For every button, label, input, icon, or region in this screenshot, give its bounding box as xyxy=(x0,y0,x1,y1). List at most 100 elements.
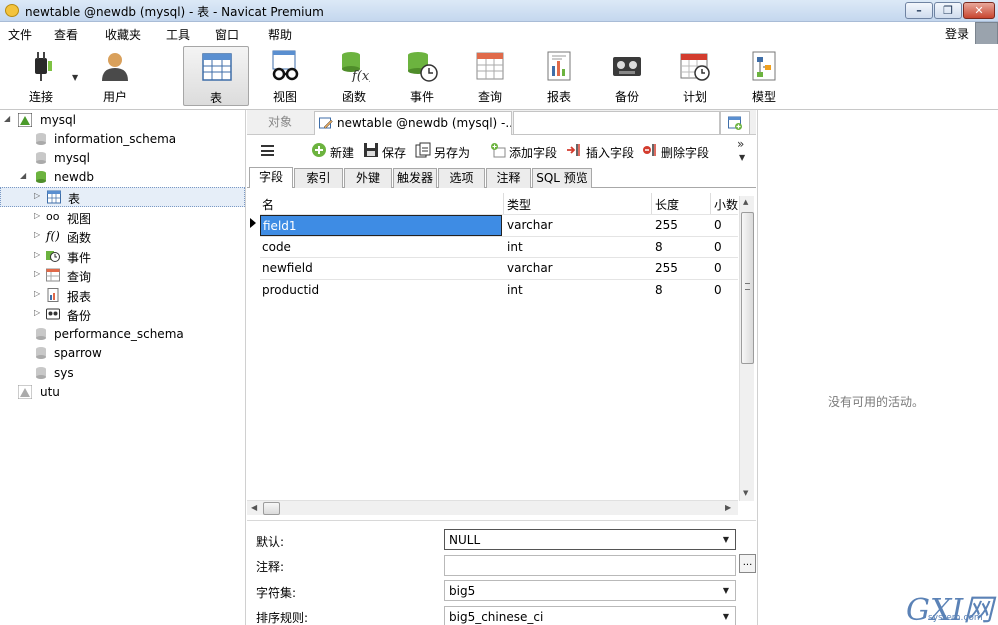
scroll-right-icon[interactable]: ▶ xyxy=(725,503,731,512)
field-name-cell[interactable]: productid xyxy=(262,283,319,297)
collapse-arrow-icon[interactable]: ◢ xyxy=(20,171,26,180)
tree-db-sparrow[interactable]: sparrow xyxy=(0,343,245,363)
field-type-cell[interactable]: int xyxy=(507,240,523,254)
tab-sql-preview[interactable]: SQL 预览 xyxy=(532,168,592,188)
tab-indexes[interactable]: 索引 xyxy=(294,168,343,188)
save-as-button[interactable]: 另存为 xyxy=(434,144,470,161)
new-tab-button[interactable] xyxy=(720,111,750,135)
chevron-down-icon[interactable]: ▼ xyxy=(739,153,745,162)
comment-input[interactable] xyxy=(444,555,736,576)
collapse-arrow-icon[interactable]: ◢ xyxy=(4,114,10,123)
scroll-down-icon[interactable]: ▼ xyxy=(743,489,748,497)
table-row[interactable]: code int 8 0 xyxy=(260,236,738,257)
tree-object-backups[interactable]: ▷ 备份 xyxy=(0,304,245,324)
expand-arrow-icon[interactable]: ▷ xyxy=(34,211,40,220)
menu-file[interactable]: 文件 xyxy=(8,26,32,43)
menu-window[interactable]: 窗口 xyxy=(215,26,239,43)
tree-db-mysql[interactable]: mysql xyxy=(0,148,245,168)
column-divider[interactable] xyxy=(503,193,504,214)
tree-object-tables[interactable]: ▷ 表 xyxy=(0,187,245,207)
toolbar-function-button[interactable]: f(x) 函数 xyxy=(321,46,387,106)
column-divider[interactable] xyxy=(710,193,711,214)
scroll-up-icon[interactable]: ▲ xyxy=(743,198,748,206)
charset-select[interactable]: big5 ▼ xyxy=(444,580,736,601)
toolbar-view-button[interactable]: 视图 xyxy=(252,46,318,106)
hamburger-menu-icon[interactable] xyxy=(261,145,274,156)
tree-object-events[interactable]: ▷ 事件 xyxy=(0,246,245,266)
column-header-length[interactable]: 长度 xyxy=(655,196,679,213)
field-type-cell[interactable]: varchar xyxy=(507,261,553,275)
tree-db-information-schema[interactable]: information_schema xyxy=(0,129,245,149)
default-select[interactable]: NULL ▼ xyxy=(444,529,736,550)
vertical-scrollbar[interactable]: ▲ ▼ xyxy=(739,196,754,501)
toolbar-user-button[interactable]: 用户 xyxy=(82,46,148,106)
field-length-cell[interactable]: 255 xyxy=(655,261,678,275)
field-type-cell[interactable]: int xyxy=(507,283,523,297)
menu-tools[interactable]: 工具 xyxy=(166,26,190,43)
tree-db-performance-schema[interactable]: performance_schema xyxy=(0,324,245,344)
expand-arrow-icon[interactable]: ▷ xyxy=(34,230,40,239)
toolbar-query-button[interactable]: 查询 xyxy=(457,46,523,106)
insert-field-button[interactable]: 插入字段 xyxy=(586,144,634,161)
field-decimals-cell[interactable]: 0 xyxy=(714,240,722,254)
chevron-down-icon[interactable]: ▼ xyxy=(723,612,729,621)
field-length-cell[interactable]: 8 xyxy=(655,240,663,254)
tree-object-queries[interactable]: ▷ 查询 xyxy=(0,265,245,285)
save-button[interactable]: 保存 xyxy=(382,144,406,161)
table-row[interactable]: productid int 8 0 xyxy=(260,279,738,300)
field-type-cell[interactable]: varchar xyxy=(507,218,553,232)
chevron-down-icon[interactable]: ▼ xyxy=(723,535,729,544)
tree-object-views[interactable]: ▷ oo 视图 xyxy=(0,207,245,227)
toolbar-schedule-button[interactable]: 计划 xyxy=(662,46,728,106)
column-header-decimals[interactable]: 小数 xyxy=(714,196,738,213)
close-button[interactable]: ✕ xyxy=(963,2,995,19)
tree-connection-mysql[interactable]: ◢ mysql xyxy=(0,110,245,130)
login-link[interactable]: 登录 xyxy=(945,25,969,42)
tab-fields[interactable]: 字段 xyxy=(249,167,293,188)
field-length-cell[interactable]: 8 xyxy=(655,283,663,297)
more-tools-button[interactable]: » xyxy=(737,137,744,151)
table-row[interactable]: newfield varchar 255 0 xyxy=(260,257,738,278)
scrollbar-thumb[interactable] xyxy=(263,502,280,515)
tree-connection-utu[interactable]: utu xyxy=(0,382,245,402)
column-divider[interactable] xyxy=(651,193,652,214)
expand-arrow-icon[interactable]: ▷ xyxy=(34,250,40,259)
field-name-cell[interactable]: field1 xyxy=(263,219,297,233)
collation-select[interactable]: big5_chinese_ci ▼ xyxy=(444,606,736,625)
minimize-button[interactable]: – xyxy=(905,2,933,19)
maximize-button[interactable]: ❐ xyxy=(934,2,962,19)
tab-options[interactable]: 选项 xyxy=(438,168,485,188)
new-button[interactable]: 新建 xyxy=(330,144,354,161)
toolbar-report-button[interactable]: 报表 xyxy=(526,46,592,106)
scrollbar-thumb[interactable] xyxy=(741,212,754,364)
tab-foreign-keys[interactable]: 外键 xyxy=(344,168,392,188)
field-name-cell[interactable]: code xyxy=(262,240,291,254)
menu-view[interactable]: 查看 xyxy=(54,26,78,43)
avatar[interactable] xyxy=(975,22,998,46)
table-row[interactable]: field1 varchar 255 0 xyxy=(260,214,738,236)
chevron-down-icon[interactable]: ▼ xyxy=(723,586,729,595)
chevron-down-icon[interactable]: ▼ xyxy=(72,73,78,82)
horizontal-scrollbar[interactable]: ◀ ▶ xyxy=(247,500,738,515)
column-header-name[interactable]: 名 xyxy=(262,196,274,213)
column-header-type[interactable]: 类型 xyxy=(507,196,531,213)
menu-favorites[interactable]: 收藏夹 xyxy=(105,26,141,43)
tree-db-sys[interactable]: sys xyxy=(0,363,245,383)
tab-newtable[interactable]: newtable @newdb (mysql) -... xyxy=(314,111,512,135)
toolbar-backup-button[interactable]: 备份 xyxy=(594,46,660,106)
tree-object-functions[interactable]: ▷ f() 函数 xyxy=(0,226,245,246)
scroll-left-icon[interactable]: ◀ xyxy=(251,503,257,512)
toolbar-event-button[interactable]: 事件 xyxy=(389,46,455,106)
field-name-cell[interactable]: newfield xyxy=(262,261,313,275)
toolbar-connect-button[interactable]: 连接 xyxy=(8,46,74,106)
tab-objects[interactable]: 对象 xyxy=(247,111,313,135)
menu-help[interactable]: 帮助 xyxy=(268,26,292,43)
tree-db-newdb[interactable]: ◢ newdb xyxy=(0,167,245,187)
tree-object-reports[interactable]: ▷ 报表 xyxy=(0,285,245,305)
toolbar-table-button[interactable]: 表 xyxy=(183,46,249,106)
field-decimals-cell[interactable]: 0 xyxy=(714,261,722,275)
toolbar-model-button[interactable]: 模型 xyxy=(731,46,797,106)
tab-triggers[interactable]: 触发器 xyxy=(393,168,437,188)
add-field-button[interactable]: 添加字段 xyxy=(509,144,557,161)
field-decimals-cell[interactable]: 0 xyxy=(714,283,722,297)
